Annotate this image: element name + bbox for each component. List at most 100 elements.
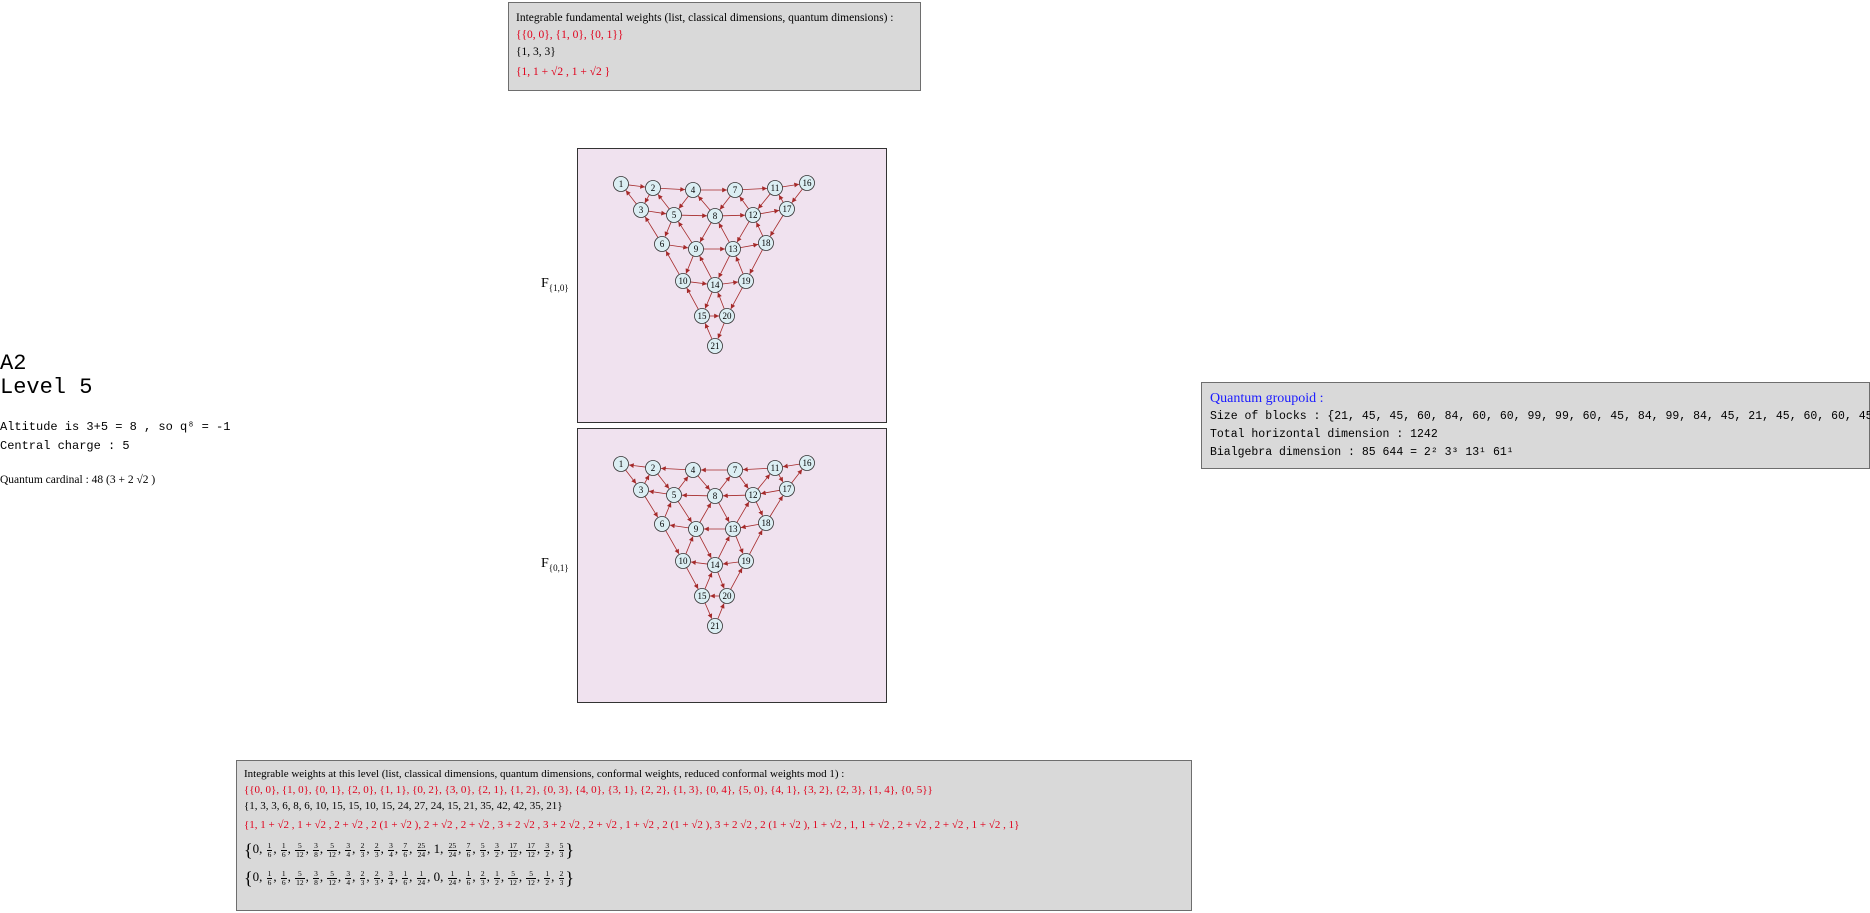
weight-fraction: 5 12 bbox=[526, 868, 536, 887]
graph-edge bbox=[742, 466, 768, 472]
graph-node-label: 10 bbox=[679, 276, 689, 286]
graph-node: 20 bbox=[719, 308, 735, 324]
graph-edge bbox=[699, 502, 712, 523]
central-charge-text: Central charge : 5 bbox=[0, 439, 130, 453]
graph-edge bbox=[669, 244, 689, 250]
quantum-groupoid-title: Quantum groupoid : bbox=[1210, 391, 1324, 406]
graph-node: 9 bbox=[688, 241, 704, 257]
graph-edge bbox=[749, 249, 763, 275]
graph-edge bbox=[717, 603, 725, 620]
weight-fraction: 34 bbox=[388, 868, 394, 887]
weight-fraction: 16 bbox=[266, 868, 273, 887]
graph-edge bbox=[740, 242, 759, 249]
graph-node-label: 12 bbox=[749, 210, 758, 220]
graph-edge bbox=[719, 195, 731, 210]
graph-node: 14 bbox=[707, 557, 723, 573]
graph-node: 1 bbox=[613, 456, 629, 472]
graph-edge bbox=[677, 501, 692, 523]
graph-node-label: 2 bbox=[651, 463, 656, 473]
graph-edge bbox=[718, 255, 731, 279]
graph-edge bbox=[685, 536, 694, 555]
weight-fraction: 1 24 bbox=[447, 868, 458, 887]
graph-node-label: 13 bbox=[729, 244, 739, 254]
graph-node: 19 bbox=[738, 553, 754, 569]
weight-fraction: 38 bbox=[313, 868, 319, 887]
weights-header: Integrable weights at this level (list, … bbox=[244, 768, 845, 780]
graph-edge bbox=[657, 194, 670, 210]
graph-edge bbox=[718, 222, 730, 243]
graph-edge bbox=[678, 476, 689, 490]
graph-edge bbox=[736, 501, 750, 523]
fusion-graph-label-1: F{1,0} bbox=[541, 276, 569, 293]
graph-edge bbox=[664, 502, 672, 518]
graph-edge bbox=[757, 193, 771, 210]
graph-edge bbox=[665, 250, 680, 275]
fundamental-weights-panel: Integrable fundamental weights (list, cl… bbox=[508, 2, 921, 91]
graph-edge bbox=[722, 560, 739, 566]
quantum-groupoid-panel: Quantum groupoid : Size of blocks : {21,… bbox=[1201, 382, 1870, 469]
weight-fraction: 17 12 bbox=[508, 840, 518, 859]
graph-node-label: 12 bbox=[749, 490, 758, 500]
graph-edge bbox=[704, 572, 713, 590]
graph-edge bbox=[644, 496, 659, 518]
conformal-weights: {0, 16, 16, 5 12, 38, 5 12, 34, 23, 23, 34… bbox=[244, 840, 575, 861]
graph-node: 15 bbox=[694, 588, 710, 604]
integrable-weights-panel: Integrable weights at this level (list, … bbox=[236, 760, 1192, 911]
fusion-graph-label-2: F{0,1} bbox=[541, 556, 569, 573]
graph-edge bbox=[685, 255, 694, 274]
graph-node: 3 bbox=[633, 482, 649, 498]
graph-node: 1 bbox=[613, 176, 629, 192]
graph-node: 2 bbox=[645, 180, 661, 196]
block-sizes-text: Size of blocks : {21, 45, 45, 60, 84, 60… bbox=[1210, 410, 1870, 423]
graph-edge bbox=[760, 208, 780, 215]
graph-edge bbox=[665, 530, 680, 555]
fusion-graph-panel-1: 1 2 3 4 5 6 7 8 9 10 11 12 13 14 15 16 17 18 19 20 21 bbox=[577, 148, 887, 423]
graph-node-label: 3 bbox=[639, 205, 644, 215]
graph-node-label: 10 bbox=[679, 556, 689, 566]
graph-node-label: 18 bbox=[762, 518, 772, 528]
graph-node: 21 bbox=[707, 338, 723, 354]
graph-node-label: 19 bbox=[742, 556, 752, 566]
graph-node-label: 5 bbox=[672, 210, 677, 220]
graph-node-label: 3 bbox=[639, 485, 644, 495]
graph-node-label: 17 bbox=[783, 484, 793, 494]
graph-node: 13 bbox=[725, 521, 741, 537]
weight-fraction: 34 bbox=[345, 868, 352, 887]
graph-edge bbox=[782, 182, 800, 188]
weight-fraction: 23 bbox=[479, 868, 486, 887]
graph-node: 4 bbox=[685, 182, 701, 198]
graph-node: 2 bbox=[645, 460, 661, 476]
graph-node-label: 8 bbox=[713, 211, 718, 221]
weight-fraction: 53 bbox=[558, 840, 565, 859]
graph-node: 11 bbox=[767, 180, 783, 196]
fusion-graph-1: 1 23456789101112131415161718192021 bbox=[613, 175, 815, 354]
graph-edge bbox=[717, 292, 725, 310]
altitude-text: Altitude is 3+5 = 8 , so q⁸ = -1 bbox=[0, 420, 231, 434]
graph-edge bbox=[664, 221, 672, 237]
graph-edge bbox=[648, 210, 667, 216]
graph-node-label: 9 bbox=[694, 524, 699, 534]
weight-fraction: 17 12 bbox=[526, 840, 536, 859]
graph-edge bbox=[755, 501, 763, 516]
quantum-cardinal-text: Quantum cardinal : 48 (3 + 2 √2 ) bbox=[0, 474, 156, 486]
graph-node-label: 7 bbox=[733, 465, 738, 475]
graph-node-label: 20 bbox=[723, 311, 733, 321]
weight-fraction: 23 bbox=[373, 840, 380, 859]
graph-node: 18 bbox=[758, 235, 774, 251]
weight-fraction: 16 bbox=[266, 840, 273, 859]
graph-edge bbox=[625, 469, 637, 484]
graph-node-label: 2 bbox=[651, 183, 656, 193]
graph-edge bbox=[669, 523, 689, 529]
graph-node: 8 bbox=[707, 488, 723, 504]
graph-edge bbox=[739, 196, 749, 210]
fundamental-weights-header: Integrable fundamental weights (list, cl… bbox=[516, 12, 894, 24]
graph-edge bbox=[681, 213, 708, 219]
graph-node: 7 bbox=[727, 462, 743, 478]
graph-edge bbox=[704, 291, 713, 309]
weight-fraction: 23 bbox=[373, 868, 380, 887]
weight-fraction: 5 12 bbox=[508, 868, 518, 887]
graph-node: 15 bbox=[694, 308, 710, 324]
graph-edge bbox=[722, 280, 739, 286]
graph-node-label: 6 bbox=[660, 519, 665, 529]
fundamental-classical-dimensions: {1, 3, 3} bbox=[516, 46, 556, 58]
